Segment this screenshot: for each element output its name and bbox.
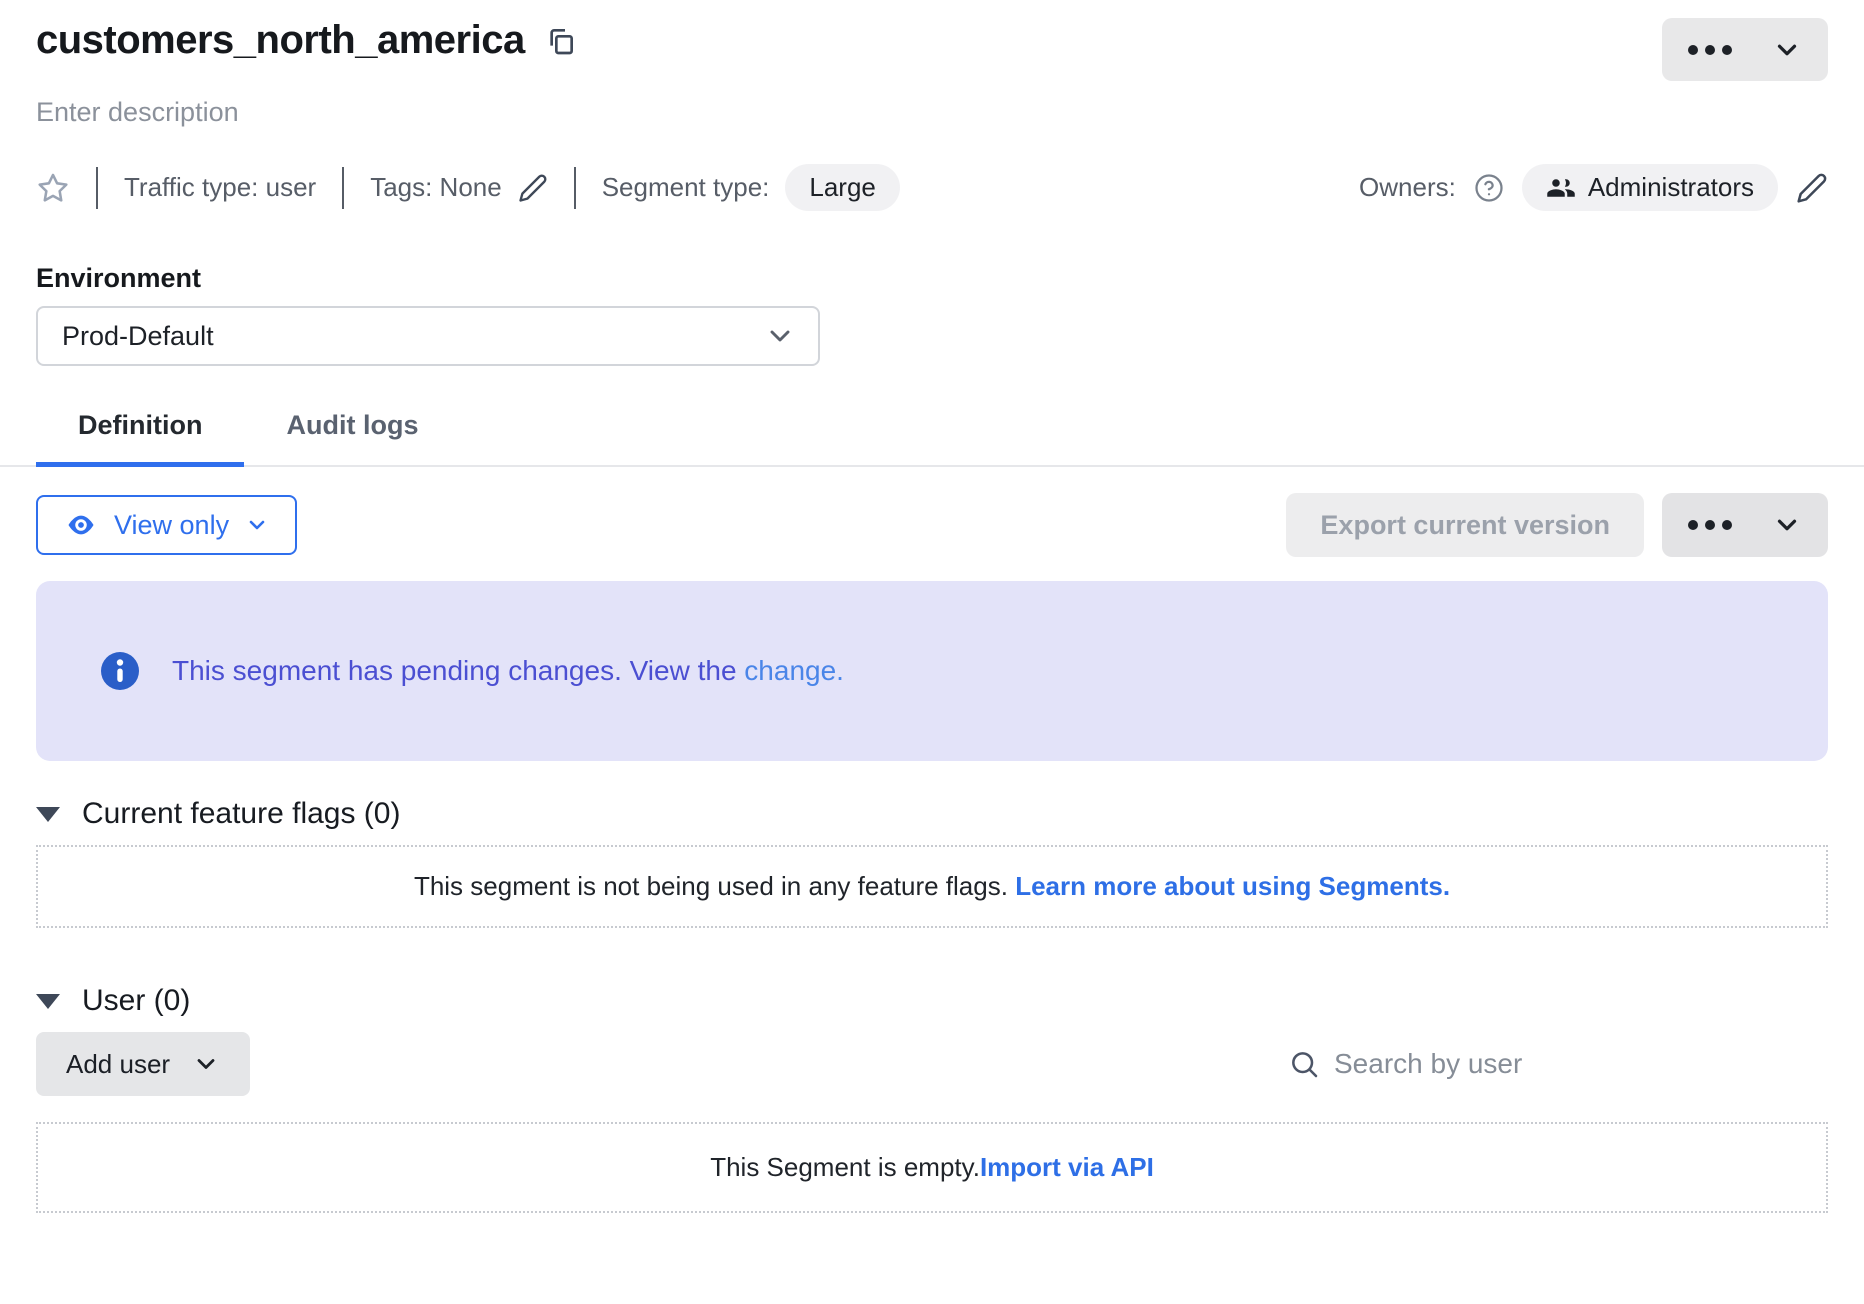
eye-icon [64, 510, 98, 540]
ellipsis-icon [1688, 45, 1732, 55]
ellipsis-icon [1688, 520, 1732, 530]
view-only-label: View only [114, 510, 229, 541]
info-icon [100, 651, 140, 691]
environment-label: Environment [36, 263, 1828, 294]
toolbar-right-group: Export current version [1286, 493, 1828, 557]
add-user-label: Add user [66, 1049, 170, 1080]
description-placeholder[interactable]: Enter description [36, 97, 239, 128]
feature-flags-empty-state: This segment is not being used in any fe… [36, 845, 1828, 928]
owners-chip[interactable]: Administrators [1522, 164, 1778, 211]
favorite-star-button[interactable] [36, 171, 70, 205]
title-group: customers_north_america [36, 18, 577, 63]
definition-toolbar: View only Export current version [36, 493, 1828, 557]
view-change-link[interactable]: change. [744, 655, 844, 686]
page-title: customers_north_america [36, 18, 525, 63]
segment-detail-page: customers_north_america Enter descriptio… [0, 0, 1864, 1213]
star-icon [36, 171, 70, 205]
caret-down-icon [36, 994, 60, 1009]
user-toolbar: Add user [36, 1032, 1828, 1096]
help-circle-icon[interactable] [1474, 173, 1504, 203]
pending-changes-banner: This segment has pending changes. View t… [36, 581, 1828, 761]
owners-group: Owners: Administrators [1359, 164, 1828, 211]
feature-flags-section-toggle[interactable]: Current feature flags (0) [36, 797, 400, 831]
traffic-type-label: Traffic type: user [124, 172, 316, 203]
import-via-api-link[interactable]: Import via API [980, 1152, 1154, 1182]
copy-icon [545, 25, 577, 57]
meta-row: Traffic type: user Tags: None Segment ty… [36, 164, 1828, 211]
search-by-user-input[interactable] [1334, 1048, 1828, 1080]
owners-value: Administrators [1588, 172, 1754, 203]
chevron-down-icon [245, 513, 269, 537]
segment-type-badge: Large [785, 164, 900, 211]
environment-select[interactable]: Prod-Default [36, 306, 820, 366]
chevron-down-icon [764, 320, 796, 352]
chevron-down-icon [192, 1050, 220, 1078]
chevron-down-icon [1772, 35, 1802, 65]
meta-divider [574, 167, 576, 209]
chevron-down-icon [1772, 510, 1802, 540]
user-section-toggle[interactable]: User (0) [36, 984, 190, 1018]
owners-label: Owners: [1359, 172, 1456, 203]
banner-message: This segment has pending changes. View t… [172, 655, 844, 687]
page-header: customers_north_america [36, 18, 1828, 81]
environment-selected-value: Prod-Default [62, 321, 214, 352]
header-more-actions-button[interactable] [1662, 18, 1828, 81]
caret-down-icon [36, 807, 60, 822]
export-current-version-button[interactable]: Export current version [1286, 493, 1644, 557]
meta-divider [342, 167, 344, 209]
tab-audit-logs[interactable]: Audit logs [244, 410, 460, 465]
segment-type-group: Segment type: Large [602, 164, 900, 211]
add-user-button[interactable]: Add user [36, 1032, 250, 1096]
people-icon [1546, 173, 1576, 203]
tags-group: Tags: None [370, 172, 548, 203]
tab-definition[interactable]: Definition [36, 410, 244, 465]
feature-flags-empty-message: This segment is not being used in any fe… [414, 871, 1015, 901]
view-only-button[interactable]: View only [36, 495, 297, 555]
tab-bar: Definition Audit logs [0, 410, 1864, 467]
definition-more-actions-button[interactable] [1662, 493, 1828, 557]
pencil-icon [518, 173, 548, 203]
search-icon [1288, 1048, 1320, 1080]
edit-tags-button[interactable] [518, 173, 548, 203]
user-empty-state: This Segment is empty.Import via API [36, 1122, 1828, 1213]
meta-divider [96, 167, 98, 209]
user-section-title: User (0) [82, 984, 190, 1018]
edit-owners-button[interactable] [1796, 172, 1828, 204]
user-search [1288, 1048, 1828, 1080]
segment-type-label: Segment type: [602, 172, 770, 203]
pencil-icon [1796, 172, 1828, 204]
user-empty-message: This Segment is empty. [710, 1152, 980, 1182]
copy-name-button[interactable] [545, 25, 577, 57]
banner-message-text: This segment has pending changes. View t… [172, 655, 744, 686]
tags-label: Tags: None [370, 172, 502, 203]
learn-more-segments-link[interactable]: Learn more about using Segments. [1015, 871, 1450, 901]
feature-flags-section-title: Current feature flags (0) [82, 797, 400, 831]
